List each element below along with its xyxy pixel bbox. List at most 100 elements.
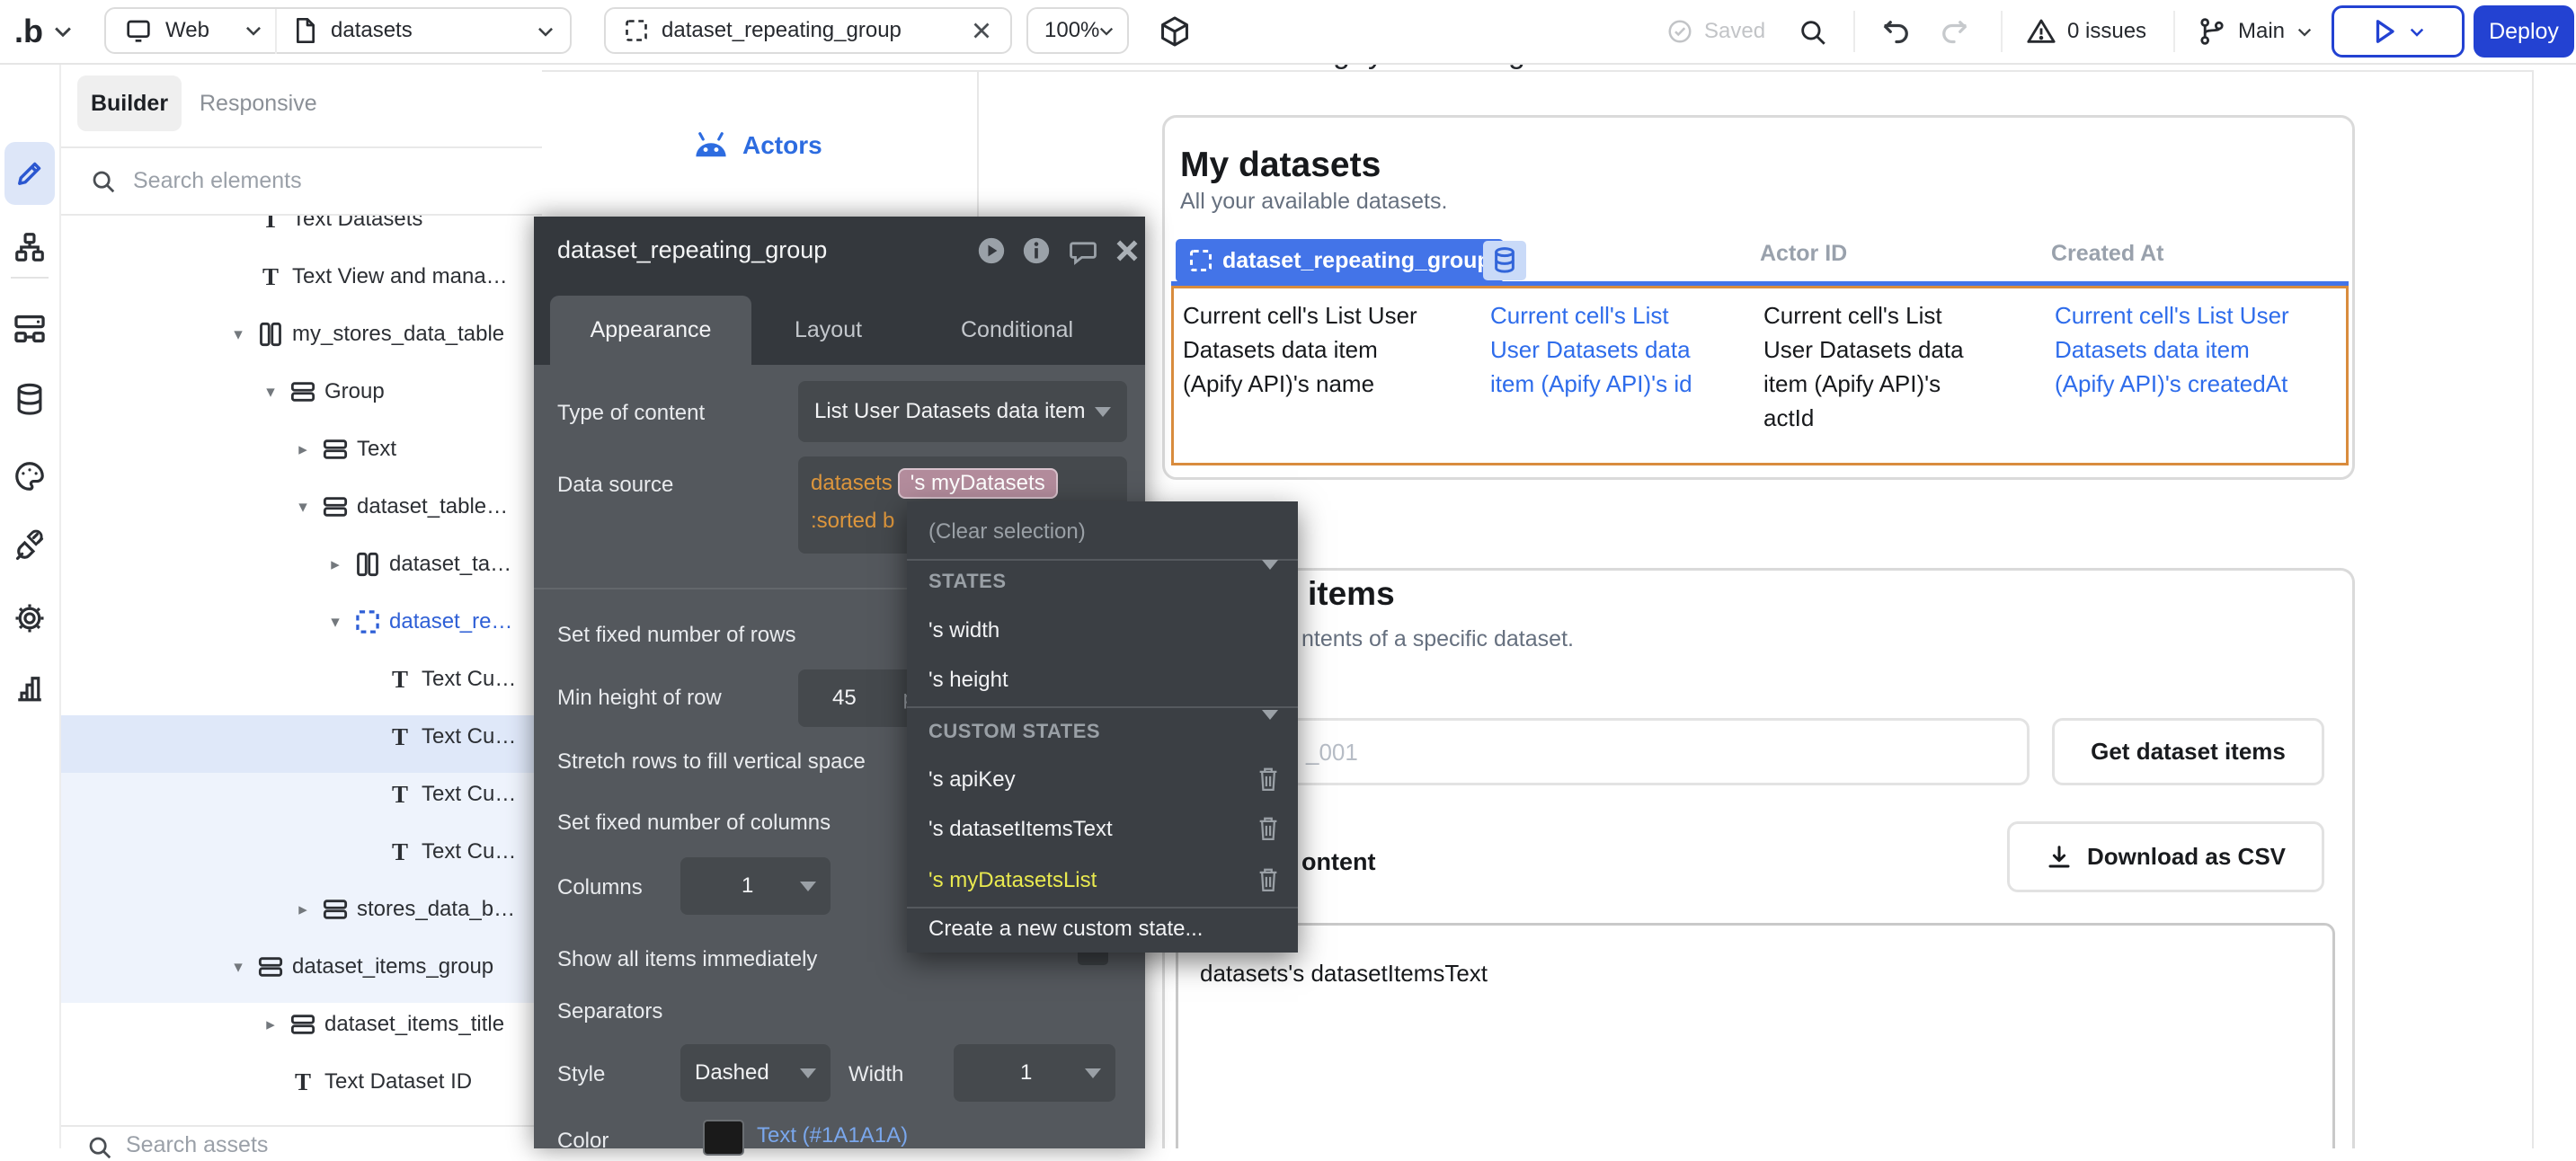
save-status: Saved bbox=[1666, 0, 1765, 63]
plugins-icon[interactable] bbox=[13, 529, 47, 563]
get-dataset-items-button[interactable]: Get dataset items bbox=[2052, 718, 2324, 785]
dataset-content-box[interactable]: datasets's datasetItemsText bbox=[1176, 923, 2335, 1148]
repeating-group-icon bbox=[624, 18, 649, 43]
expression-token-selected[interactable]: 's myDatasets bbox=[898, 468, 1058, 499]
create-custom-state-item[interactable]: Create a new custom state... bbox=[907, 911, 1298, 947]
tree-item[interactable]: ▸dataset_items_in… bbox=[59, 1111, 542, 1125]
undo-icon[interactable] bbox=[1880, 16, 1913, 49]
selected-element-label: dataset_repeating_group bbox=[1222, 248, 1491, 274]
download-csv-button[interactable]: Download as CSV bbox=[2007, 821, 2324, 892]
toolbar-divider bbox=[1853, 11, 1855, 52]
close-icon[interactable] bbox=[1115, 238, 1140, 263]
dataset-id-input[interactable]: _001 bbox=[1177, 718, 2030, 785]
zoom-select[interactable]: 100% bbox=[1026, 7, 1129, 54]
tree-item[interactable]: ▾dataset_table… bbox=[59, 478, 542, 536]
workflow-icon[interactable] bbox=[13, 231, 46, 263]
toolbar-divider bbox=[2001, 11, 2003, 52]
info-icon[interactable] bbox=[1021, 235, 1052, 266]
tree-item[interactable]: ▾Group bbox=[59, 363, 542, 421]
deploy-button[interactable]: Deploy bbox=[2474, 5, 2574, 58]
tree-item[interactable]: ▸dataset_ta… bbox=[59, 536, 542, 593]
cell-actid[interactable]: Current cell's List User Datasets data i… bbox=[1763, 298, 1964, 435]
state-width-item[interactable]: 's width bbox=[907, 613, 1298, 649]
settings-gear-icon[interactable] bbox=[13, 601, 47, 635]
tree-item-selected[interactable]: ▾dataset_re… bbox=[59, 593, 542, 651]
assets-placeholder: Search assets bbox=[126, 1132, 268, 1158]
clear-selection-item[interactable]: (Clear selection) bbox=[907, 514, 1298, 550]
tree-item[interactable]: TText Datasets bbox=[59, 216, 542, 248]
search-assets-bar[interactable]: Search assets bbox=[59, 1125, 542, 1150]
tab-appearance[interactable]: Appearance bbox=[550, 296, 751, 365]
column-header-actor-id: Actor ID bbox=[1760, 241, 1847, 267]
trash-icon[interactable] bbox=[1257, 766, 1280, 793]
tree-item[interactable]: ▸Text bbox=[59, 421, 542, 478]
color-value-link[interactable]: Text (#1A1A1A) bbox=[757, 1123, 908, 1148]
type-of-content-select[interactable]: List User Datasets data item bbox=[798, 381, 1127, 442]
tree-item[interactable]: TText Cu… bbox=[59, 708, 542, 766]
search-icon[interactable] bbox=[1798, 17, 1828, 48]
design-pencil-icon[interactable] bbox=[13, 157, 46, 190]
trash-icon[interactable] bbox=[1257, 866, 1280, 893]
cell-createdat[interactable]: Current cell's List User Datasets data i… bbox=[2055, 298, 2289, 401]
nav-item-actors[interactable]: Actors bbox=[692, 126, 822, 165]
check-circle-icon bbox=[1666, 18, 1693, 45]
cell-id[interactable]: Current cell's List User Datasets data i… bbox=[1490, 298, 1692, 401]
preview-cube-icon[interactable] bbox=[1158, 14, 1192, 49]
download-icon bbox=[2046, 844, 2073, 871]
tree-item[interactable]: ▾my_stores_data_table bbox=[59, 306, 542, 363]
tab-layout[interactable]: Layout bbox=[795, 296, 862, 365]
state-height-item[interactable]: 's height bbox=[907, 662, 1298, 698]
page-right-border bbox=[2532, 70, 2534, 1148]
close-icon[interactable] bbox=[971, 20, 992, 41]
my-datasets-subtitle: All your available datasets. bbox=[1180, 189, 1447, 215]
components-icon[interactable] bbox=[13, 312, 47, 346]
tree-item[interactable]: ▸dataset_items_title bbox=[59, 996, 542, 1053]
tree-item[interactable]: TText Cu… bbox=[59, 651, 542, 708]
git-branch-icon bbox=[2197, 16, 2227, 47]
data-source-chip[interactable] bbox=[1483, 241, 1526, 280]
open-element-tab[interactable]: dataset_repeating_group bbox=[604, 7, 1012, 54]
tree-item[interactable]: TText Dataset ID bbox=[59, 1053, 542, 1111]
search-elements-field[interactable]: Search elements bbox=[59, 148, 542, 214]
cell-name[interactable]: Current cell's List User Datasets data i… bbox=[1183, 298, 1417, 401]
chevron-down-icon bbox=[2410, 27, 2424, 37]
selected-element-badge[interactable]: dataset_repeating_group bbox=[1176, 239, 1504, 282]
preview-play-icon[interactable] bbox=[976, 235, 1007, 266]
tree-item[interactable]: TText View and mana… bbox=[59, 248, 542, 306]
width-select[interactable]: 1 bbox=[954, 1044, 1115, 1102]
tab-builder[interactable]: Builder bbox=[77, 75, 182, 131]
custom-states-section-header[interactable]: CUSTOM STATES bbox=[907, 713, 1298, 749]
tree-item[interactable]: TText Cu… bbox=[59, 766, 542, 823]
database-icon[interactable] bbox=[13, 383, 46, 417]
page-header-border bbox=[542, 70, 2533, 72]
trash-icon[interactable] bbox=[1257, 815, 1280, 842]
redo-icon[interactable] bbox=[1938, 16, 1970, 49]
tree-scroll-area[interactable]: TText Datasets TText View and mana… ▾my_… bbox=[59, 216, 542, 1125]
comment-icon[interactable] bbox=[1068, 236, 1098, 267]
columns-select[interactable]: 1 bbox=[680, 857, 831, 915]
custom-state-apikey-item[interactable]: 's apiKey bbox=[907, 762, 1298, 798]
styles-palette-icon[interactable] bbox=[13, 459, 47, 493]
page-select[interactable]: datasets bbox=[293, 7, 413, 54]
style-select[interactable]: Dashed bbox=[680, 1044, 831, 1102]
custom-state-mydatasetslist-item[interactable]: 's myDatasetsList bbox=[907, 863, 1298, 899]
tab-conditional[interactable]: Conditional bbox=[961, 296, 1073, 365]
issues-indicator[interactable]: 0 issues bbox=[2026, 0, 2146, 63]
states-section-header[interactable]: STATES bbox=[907, 563, 1298, 599]
tree-item[interactable]: TText Cu… bbox=[59, 823, 542, 881]
search-icon bbox=[86, 1134, 113, 1161]
tree-item[interactable]: ▸stores_data_b… bbox=[59, 881, 542, 938]
chevron-down-icon[interactable] bbox=[537, 26, 554, 37]
chevron-down-icon bbox=[2297, 27, 2312, 37]
preview-run-button[interactable] bbox=[2332, 5, 2465, 58]
branch-select[interactable]: Main bbox=[2197, 0, 2312, 63]
tab-responsive[interactable]: Responsive bbox=[200, 75, 317, 131]
tree-item[interactable]: ▾dataset_items_group bbox=[59, 938, 542, 996]
platform-select[interactable]: Web bbox=[124, 7, 262, 54]
popup-header[interactable]: dataset_repeating_group Appearance Layou… bbox=[534, 217, 1145, 365]
bubble-logo[interactable]: .b bbox=[14, 0, 72, 63]
color-swatch[interactable] bbox=[703, 1120, 744, 1156]
logs-chart-icon[interactable] bbox=[13, 672, 46, 705]
dropdown-divider bbox=[907, 559, 1298, 561]
custom-state-datasetitemstext-item[interactable]: 's datasetItemsText bbox=[907, 811, 1298, 847]
